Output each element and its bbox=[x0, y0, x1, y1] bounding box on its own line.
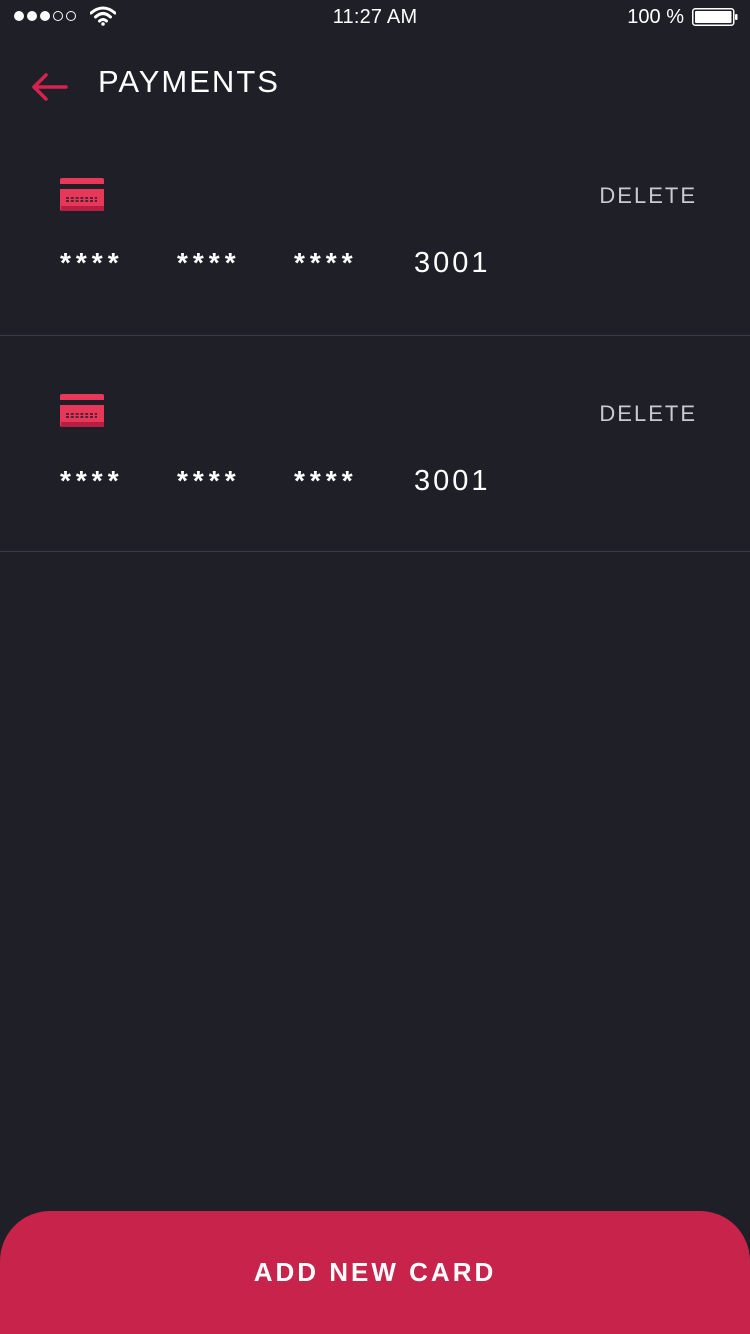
arrow-left-icon bbox=[32, 73, 68, 101]
card-number-masked-group: **** bbox=[60, 465, 124, 496]
payment-card-item: DELETE **** **** **** 3001 bbox=[0, 140, 750, 336]
card-number-masked-group: **** bbox=[294, 465, 358, 496]
battery-icon bbox=[692, 8, 738, 26]
back-button[interactable] bbox=[30, 70, 70, 104]
payment-card-item: DELETE **** **** **** 3001 bbox=[0, 336, 750, 552]
card-number-masked-group: **** bbox=[177, 247, 241, 278]
add-new-card-label: ADD NEW CARD bbox=[253, 1257, 497, 1287]
card-number-masked-group: **** bbox=[177, 465, 241, 496]
credit-card-icon bbox=[60, 178, 104, 211]
battery-percent: 100 % bbox=[627, 6, 684, 28]
card-last-four: 3001 bbox=[414, 247, 491, 279]
card-number-masked-group: **** bbox=[60, 247, 124, 278]
page-title: PAYMENTS bbox=[98, 64, 280, 99]
card-last-four: 3001 bbox=[414, 465, 491, 497]
add-new-card-button[interactable]: ADD NEW CARD bbox=[0, 1211, 750, 1334]
card-number-masked-group: **** bbox=[294, 247, 358, 278]
card-number: **** **** **** 3001 bbox=[60, 247, 491, 280]
delete-card-button[interactable]: DELETE bbox=[599, 183, 697, 209]
card-number: **** **** **** 3001 bbox=[60, 465, 491, 498]
status-bar: 11:27 AM 100 % bbox=[0, 0, 750, 40]
credit-card-icon bbox=[60, 394, 104, 427]
delete-card-button[interactable]: DELETE bbox=[599, 401, 697, 427]
